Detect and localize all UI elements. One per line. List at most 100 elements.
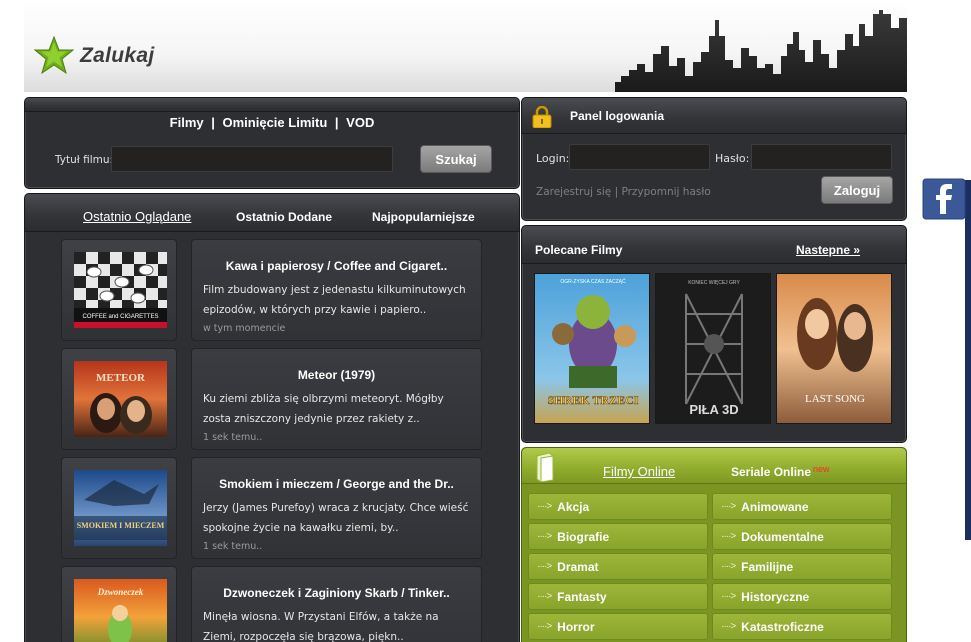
recommended-title: Polecane Filmy [535,243,623,257]
poster-last-song[interactable]: LAST SONG [776,273,892,424]
poster-shrek[interactable]: OGR-ZYSKA CZAS ZACZĄĆ SHREK TRZECI [534,273,650,424]
movie-poster-dzwoneczek: Dzwoneczek [74,579,167,642]
book-icon [536,452,554,482]
login-input[interactable] [569,144,710,170]
tab-najpopularniejsze[interactable]: Najpopularniejsze [372,210,475,224]
nav-link-vod[interactable]: VOD [344,115,376,130]
title-label: Tytuł filmu: [55,154,114,166]
login-panel-title: Panel logowania [570,109,665,123]
movie-thumb[interactable]: METEOR [61,348,177,450]
movie-thumb[interactable]: SMOKIEM I MIECZEM [61,457,177,559]
genre-label: Akcja [557,499,590,514]
site-header: Zalukaj [24,0,907,92]
login-label: Login: [536,152,570,165]
recent-panel-header: Ostatnio Oglądane Ostatnio Dodane Najpop… [25,194,519,232]
arrow-icon: ····> [721,501,736,512]
movie-title[interactable]: Dzwoneczek i Zaginiony Skarb / Tinker.. [192,586,481,600]
arrow-icon: ····> [721,531,736,542]
movie-info-card[interactable]: Smokiem i mieczem / George and the Dr.. … [191,457,482,559]
genre-label: Biografie [557,529,610,544]
next-link[interactable]: Nastepne » [796,243,860,257]
site-logo[interactable]: Zalukaj [34,36,154,76]
genre-animowane[interactable]: ····> Animowane [712,493,892,520]
login-button[interactable]: Zaloguj [821,176,893,204]
recommended-panel: Polecane Filmy Nastepne » OGR-ZYSKA CZAS… [521,225,907,443]
genre-historyczne[interactable]: ····> Historyczne [712,583,892,610]
movie-poster-smokiem: SMOKIEM I MIECZEM [74,470,167,546]
genre-label: Historyczne [741,589,810,604]
arrow-icon: ····> [721,561,736,572]
facebook-icon[interactable] [922,178,966,220]
poster-caption: Dzwoneczek [97,587,144,597]
movie-info-card[interactable]: Kawa i papierosy / Coffee and Cigaret.. … [191,239,482,341]
poster-pila[interactable]: KONIEC WIĘCEJ GRY PIŁA 3D [655,273,771,424]
recent-panel: Ostatnio Oglądane Ostatnio Dodane Najpop… [24,193,520,642]
password-input[interactable] [751,144,892,170]
genre-label: Katastroficzne [741,619,824,634]
genres-panel-header: Filmy Online Seriale Online new [522,448,906,484]
movie-description: Minęła wiosna. W Przystani Elfów, a takż… [203,611,439,642]
nav-separator: | [211,115,215,130]
lock-icon [532,106,552,128]
poster-caption: SHREK TRZECI [548,393,639,407]
movie-title[interactable]: Smokiem i mieczem / George and the Dr.. [192,477,481,491]
poster-shrek-art: OGR-ZYSKA CZAS ZACZĄĆ SHREK TRZECI [535,274,649,423]
poster-caption: METEOR [96,372,146,384]
new-badge: new [813,464,830,474]
genre-label: Fantasty [557,589,607,604]
movie-description: Film zbudowany jest z jedenastu kilkumin… [203,284,466,316]
register-link[interactable]: Zarejestruj się [536,186,611,198]
watched-time: w tym momencie [203,323,286,334]
links-separator: | [614,186,619,198]
tab-ostatnio-ogladane[interactable]: Ostatnio Oglądane [83,209,191,224]
genre-label: Dokumentalne [741,529,824,544]
title-search-input[interactable] [111,146,393,172]
city-skyline-graphic [615,10,907,92]
nav-link-filmy[interactable]: Filmy [168,115,206,130]
search-panel-header [25,98,519,112]
remind-password-link[interactable]: Przypomnij hasło [621,186,710,198]
tab-filmy-online[interactable]: Filmy Online [603,464,675,479]
movie-poster-meteor: METEOR [74,361,167,437]
genre-akcja[interactable]: ····> Akcja [528,493,708,520]
search-panel: Filmy | Ominięcie Limitu | VOD Tytuł fil… [24,97,520,189]
search-button[interactable]: Szukaj [420,145,492,173]
poster-tagline: OGR-ZYSKA CZAS ZACZĄĆ [560,278,626,285]
watched-time: 1 sek temu.. [203,432,263,443]
arrow-icon: ····> [721,621,736,632]
movie-info-card[interactable]: Meteor (1979) Ku ziemi zbliża się olbrzy… [191,348,482,450]
recommended-panel-header: Polecane Filmy Nastepne » [522,226,906,264]
genres-panel: Filmy Online Seriale Online new ····> Akcj… [521,447,907,642]
movie-thumb[interactable]: Dzwoneczek [61,566,177,642]
genre-katastroficzne[interactable]: ····> Katastroficzne [712,613,892,640]
genre-label: Horror [557,619,595,634]
watched-time: 1 sek temu.. [203,541,263,552]
genre-horror[interactable]: ····> Horror [528,613,708,640]
movie-description: Ku ziemi zbliża się olbrzymi meteoryt. M… [203,393,444,425]
account-links: Zarejestruj się | Przypomnij hasło [536,186,711,198]
nav-separator: | [334,115,339,130]
genre-fantasty[interactable]: ····> Fantasty [528,583,708,610]
genre-dramat[interactable]: ····> Dramat [528,553,708,580]
genre-biografie[interactable]: ····> Biografie [528,523,708,550]
poster-caption: SMOKIEM I MIECZEM [77,521,165,530]
nav-link-ominiecie-limitu[interactable]: Ominięcie Limitu [221,115,330,130]
tab-seriale-online[interactable]: Seriale Online new [731,464,830,479]
movie-title[interactable]: Meteor (1979) [192,368,481,382]
arrow-icon: ····> [537,501,552,512]
login-panel-header: Panel logowania [522,98,906,134]
tab-ostatnio-dodane[interactable]: Ostatnio Dodane [236,210,332,224]
arrow-icon: ····> [537,621,552,632]
facebook-sidebar-rule [965,180,971,540]
movie-description: Jerzy (James Purefoy) wraca z krucjaty. … [203,502,469,534]
login-panel: Panel logowania Login: Hasło: Zarejestru… [521,97,907,221]
password-label: Hasło: [715,152,750,165]
poster-pila-art: KONIEC WIĘCEJ GRY PIŁA 3D [656,274,770,423]
movie-title[interactable]: Kawa i papierosy / Coffee and Cigaret.. [192,259,481,273]
genre-familijne[interactable]: ····> Familijne [712,553,892,580]
genre-dokumentalne[interactable]: ····> Dokumentalne [712,523,892,550]
movie-info-card[interactable]: Dzwoneczek i Zaginiony Skarb / Tinker.. … [191,566,482,642]
movie-poster-coffee: COFFEE and CIGARETTES [74,252,167,328]
movie-thumb[interactable]: COFFEE and CIGARETTES [61,239,177,341]
top-nav: Filmy | Ominięcie Limitu | VOD [25,115,519,130]
